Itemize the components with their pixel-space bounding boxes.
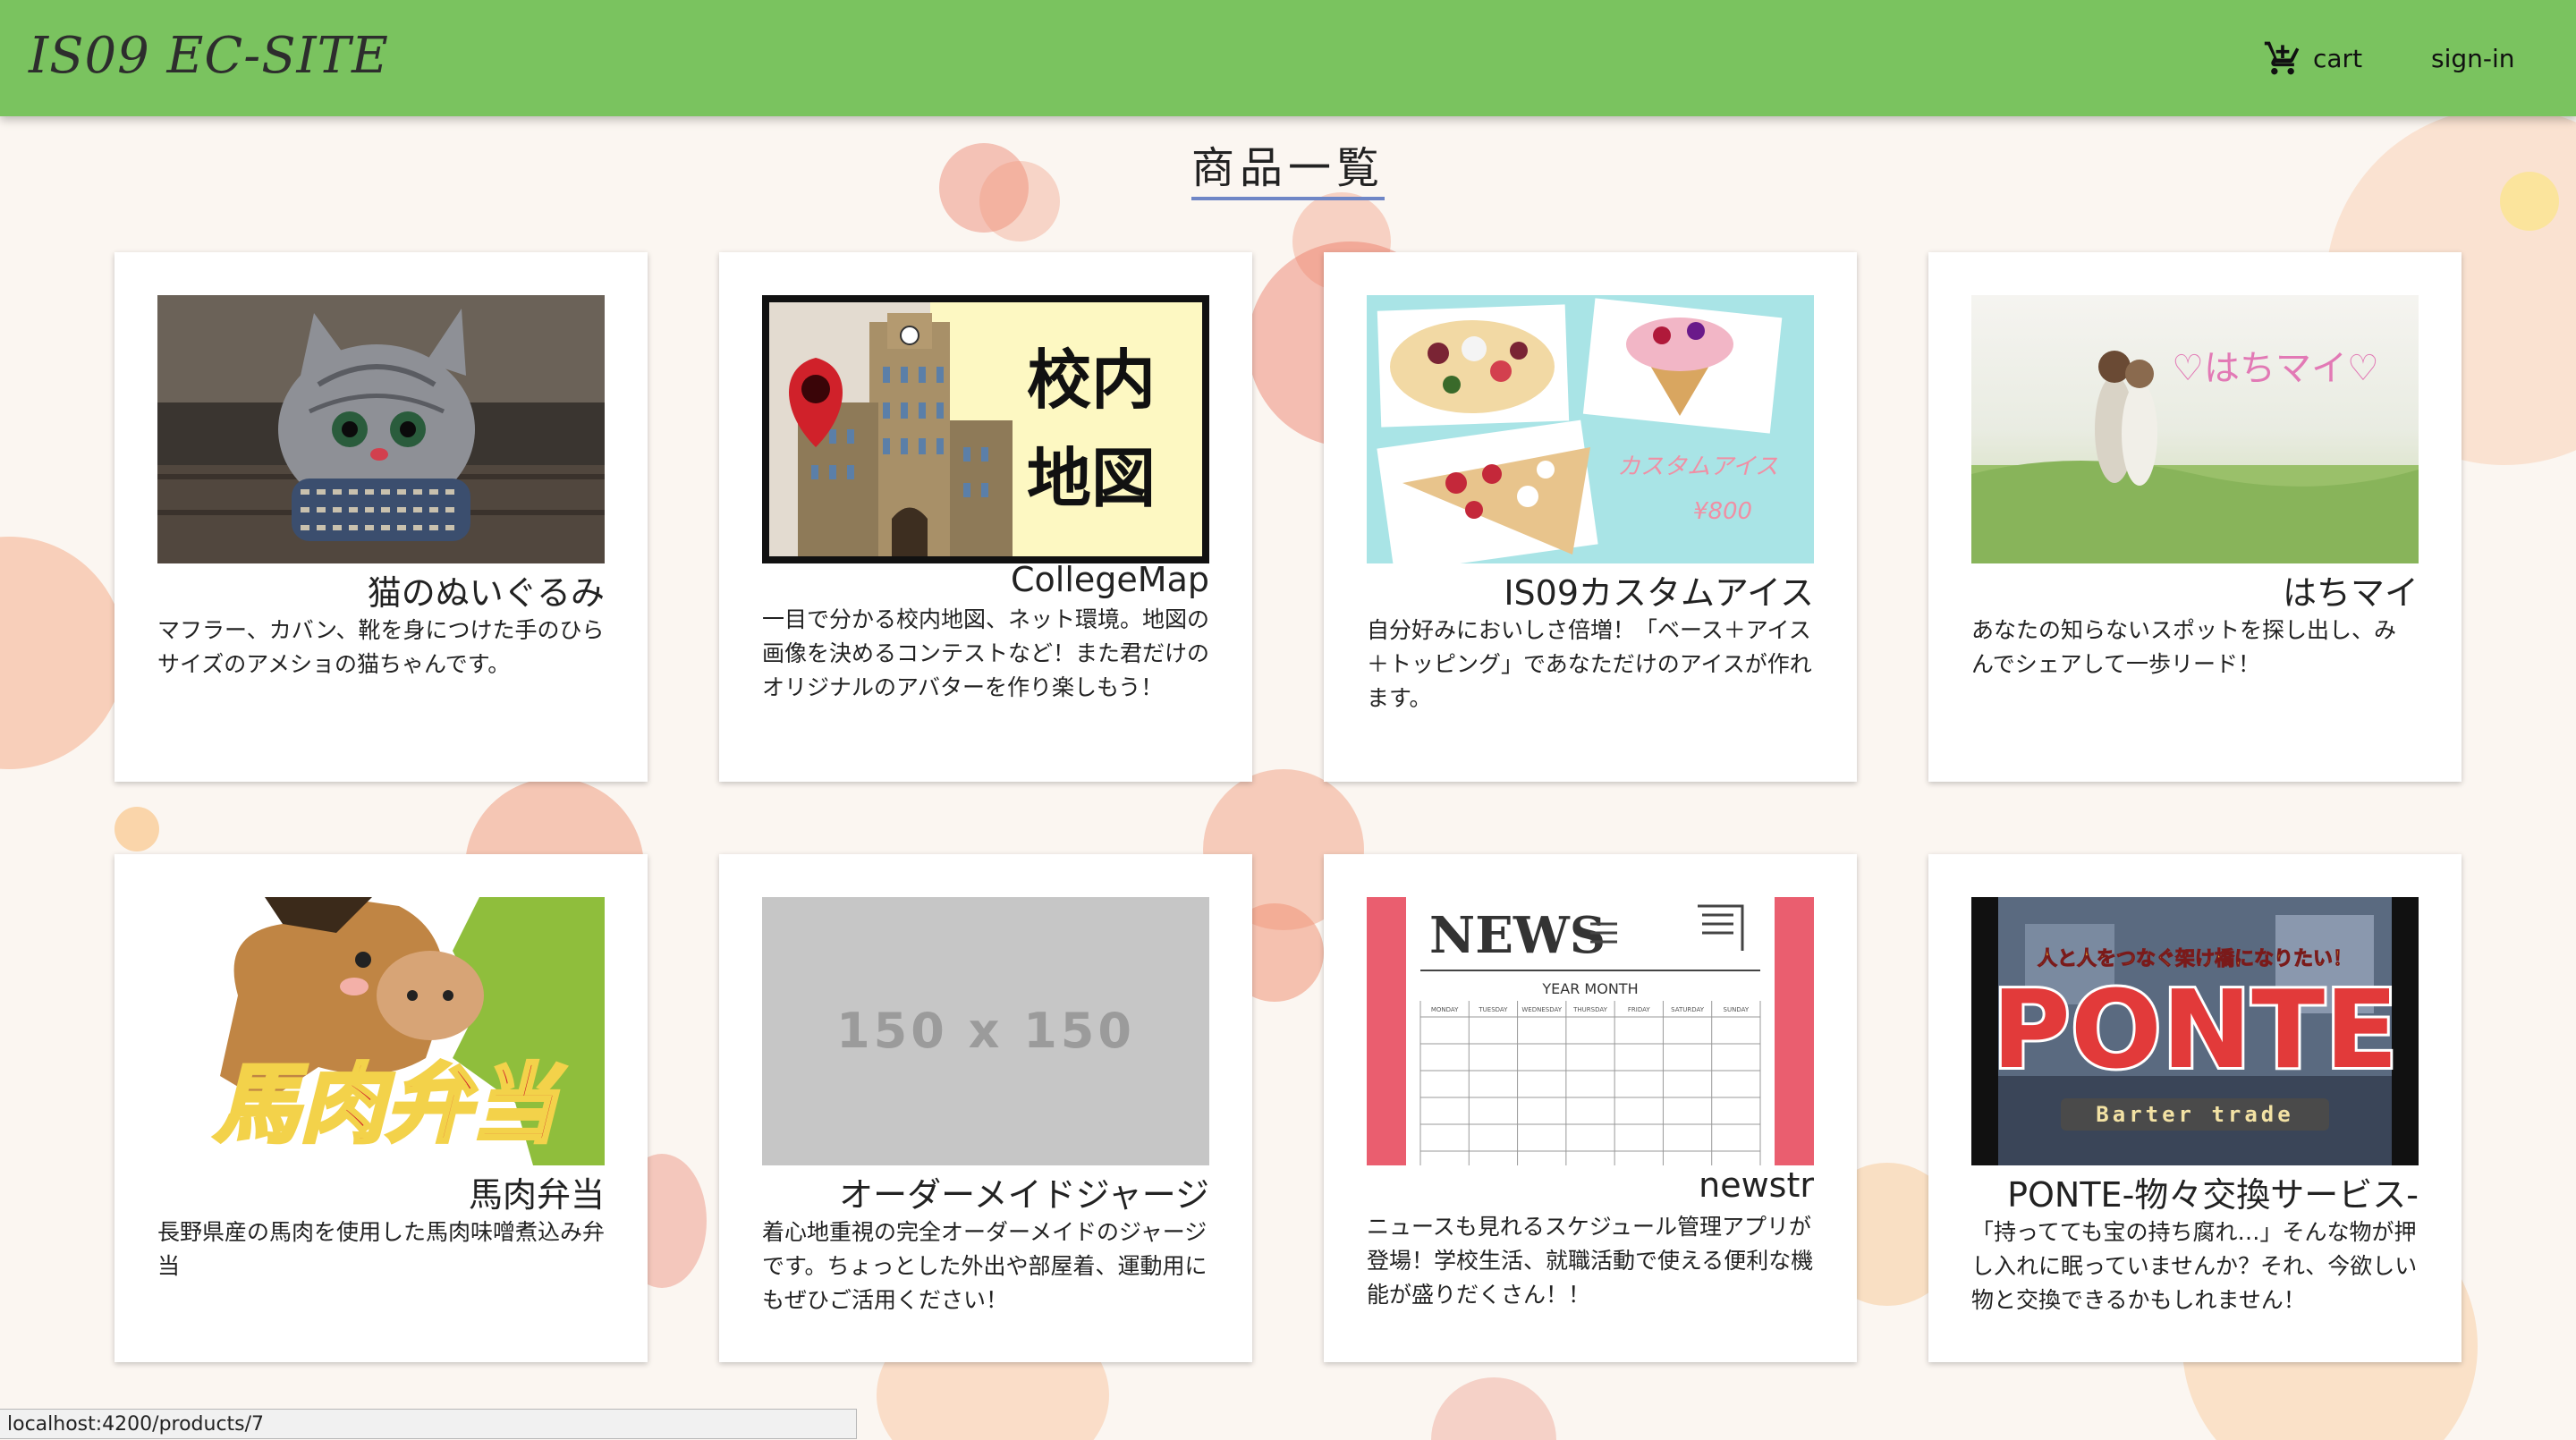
bubble-decoration <box>979 161 1060 241</box>
hachimai-image-text: ♡はちマイ♡ <box>2172 348 2379 389</box>
product-image: 校内 地図 <box>762 295 1209 563</box>
product-card[interactable]: 150 x 150 オーダーメイドジャージ 着心地重視の完全オーダーメイドのジャ… <box>719 854 1252 1362</box>
product-card[interactable]: ♡はちマイ♡ はちマイ あなたの知らないスポットを探し出し、みんでシェアして一歩… <box>1928 252 2462 782</box>
product-name: はちマイ <box>2282 573 2419 613</box>
product-image: NEWS YEAR MONTH MONDAY TUESDAY WEDNESDAY TH… <box>1367 897 1814 1165</box>
product-image <box>157 295 605 563</box>
product-description: 着心地重視の完全オーダーメイドのジャージです。ちょっとした外出や部屋着、運動用に… <box>762 1219 1208 1313</box>
cat-plush-image <box>157 295 605 563</box>
product-description: 「持ってても宝の持ち腐れ…」そんな物が押し入れに眠っていませんか？それ、今欲しい… <box>1971 1219 2418 1313</box>
placeholder-image: 150 x 150 <box>762 897 1209 1165</box>
ponte-tagline: 人と人をつなぐ架け橋になりたい！ <box>2038 947 2352 970</box>
custom-ice-image-price: ¥800 <box>1693 498 1752 525</box>
product-image: カスタムアイス ¥800 <box>1367 295 1814 563</box>
calendar-weekday: TUESDAY <box>1478 1006 1508 1013</box>
product-card[interactable]: 校内 地図 CollegeMap 一目で分かる校内地図、ネット環境。地図の画像を… <box>719 252 1252 782</box>
product-card[interactable]: 人と人をつなぐ架け橋になりたい！ PONTE Barter trade PONT… <box>1928 854 2462 1362</box>
campus-map-image-text: 地図 <box>1027 440 1156 516</box>
top-app-bar: IS09 EC-SITE cart sign-in <box>0 0 2576 116</box>
news-calendar-year-month: YEAR MONTH <box>1541 980 1638 997</box>
product-image: 馬肉弁当 <box>157 897 605 1165</box>
product-description: 自分好みにおいしさ倍増！「ベース＋アイス＋トッピング」であなただけのアイスが作れ… <box>1367 617 1812 711</box>
product-name: 猫のぬいぐるみ <box>367 573 605 613</box>
product-name: IS09カスタムアイス <box>1504 573 1814 613</box>
product-card[interactable]: カスタムアイス ¥800 IS09カスタムアイス 自分好みにおいしさ倍増！「ベー… <box>1324 252 1857 782</box>
title-underline <box>1191 197 1385 200</box>
sign-in-link[interactable]: sign-in <box>2431 36 2515 80</box>
news-calendar-image-text: NEWS <box>1429 906 1606 965</box>
product-description: マフラー、カバン、靴を身につけた手のひらサイズのアメショの猫ちゃんです。 <box>157 617 605 677</box>
bubble-decoration <box>1431 1377 1556 1440</box>
product-image: 150 x 150 <box>762 897 1209 1165</box>
horse-bento-image: 馬肉弁当 <box>157 897 605 1165</box>
product-name: newstr <box>1699 1165 1814 1205</box>
product-image: 人と人をつなぐ架け橋になりたい！ PONTE Barter trade <box>1971 897 2419 1165</box>
calendar-weekday: MONDAY <box>1431 1006 1459 1013</box>
campus-map-image: 校内 地図 <box>762 295 1209 563</box>
placeholder-image-text: 150 x 150 <box>836 1003 1135 1059</box>
custom-ice-image: カスタムアイス ¥800 <box>1367 295 1814 563</box>
bubble-decoration <box>2500 172 2559 231</box>
product-name: オーダーメイドジャージ <box>839 1175 1209 1215</box>
horse-bento-image-text: 馬肉弁当 <box>214 1055 566 1155</box>
campus-map-image-text: 校内 <box>1027 342 1156 418</box>
product-name: 馬肉弁当 <box>468 1175 605 1215</box>
product-name: CollegeMap <box>1011 560 1209 599</box>
sign-in-label: sign-in <box>2431 43 2515 73</box>
product-card[interactable]: 猫のぬいぐるみ マフラー、カバン、靴を身につけた手のひらサイズのアメショの猫ちゃ… <box>114 252 648 782</box>
brand-logo[interactable]: IS09 EC-SITE <box>29 27 389 85</box>
calendar-weekday: WEDNESDAY <box>1521 1006 1562 1013</box>
product-name: PONTE-物々交換サービス- <box>2007 1175 2419 1215</box>
custom-ice-image-text: カスタムアイス <box>1617 453 1778 480</box>
calendar-weekday: SUNDAY <box>1724 1006 1750 1013</box>
calendar-weekday: SATURDAY <box>1671 1006 1705 1013</box>
cart-icon <box>2264 41 2300 75</box>
ponte-logo-image: 人と人をつなぐ架け橋になりたい！ PONTE Barter trade <box>1971 897 2419 1165</box>
news-calendar-image: NEWS YEAR MONTH MONDAY TUESDAY WEDNESDAY TH… <box>1367 897 1814 1165</box>
product-description: 長野県産の馬肉を使用した馬肉味噌煮込み弁当 <box>157 1219 606 1279</box>
browser-status-bar: localhost:4200/products/7 <box>0 1409 857 1439</box>
product-description: 一目で分かる校内地図、ネット環境。地図の画像を決めるコンテストなど！また君だけの… <box>762 606 1210 700</box>
couple-field-image: ♡はちマイ♡ <box>1971 295 2419 563</box>
cart-label: cart <box>2313 43 2363 73</box>
cart-link[interactable]: cart <box>2263 36 2362 80</box>
product-description: あなたの知らないスポットを探し出し、みんでシェアして一歩リード！ <box>1971 617 2397 677</box>
ponte-logo-text: PONTE <box>1992 969 2398 1093</box>
product-card[interactable]: 馬肉弁当 馬肉弁当 長野県産の馬肉を使用した馬肉味噌煮込み弁当 <box>114 854 648 1362</box>
page-title: 商品一覧 <box>1191 143 1385 193</box>
calendar-weekday: FRIDAY <box>1628 1006 1650 1013</box>
bubble-decoration <box>0 537 125 769</box>
bubble-decoration <box>114 807 159 851</box>
product-card[interactable]: NEWS YEAR MONTH MONDAY TUESDAY WEDNESDAY TH… <box>1324 854 1857 1362</box>
product-description: ニュースも見れるスケジュール管理アプリが登場！学校生活、就職活動で使える便利な機… <box>1367 1214 1814 1308</box>
calendar-weekday: THURSDAY <box>1572 1006 1607 1013</box>
ponte-subtitle: Barter trade <box>2096 1102 2293 1127</box>
product-image: ♡はちマイ♡ <box>1971 295 2419 563</box>
